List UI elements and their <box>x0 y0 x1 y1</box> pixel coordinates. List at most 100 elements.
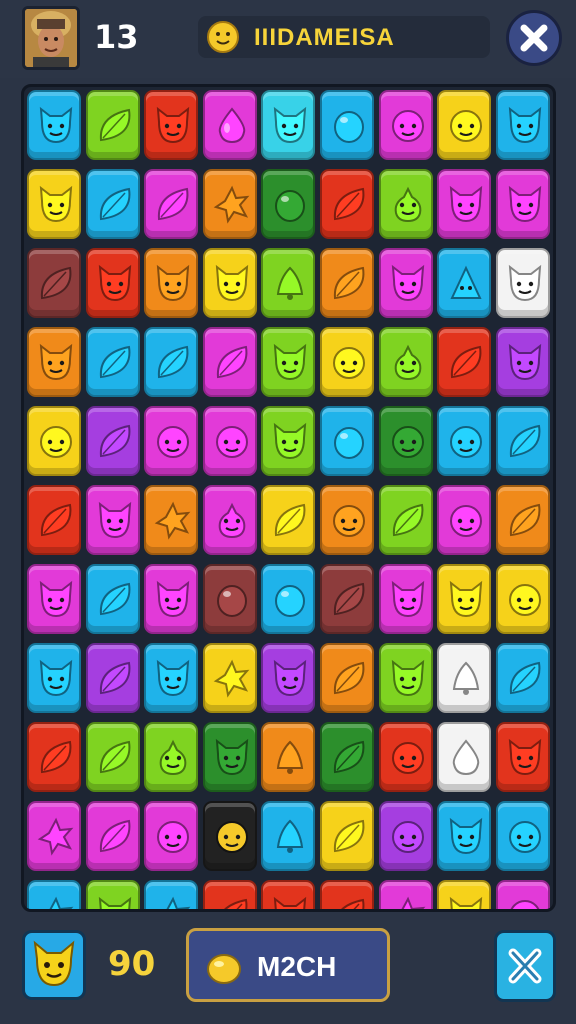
tile-leaf[interactable] <box>320 722 374 792</box>
tile-cat[interactable] <box>437 801 492 871</box>
tile-drop[interactable] <box>437 722 492 792</box>
tile-blob[interactable] <box>144 406 199 476</box>
tile-leaf[interactable] <box>437 327 492 397</box>
tile-star[interactable] <box>202 643 257 713</box>
tile-blob[interactable] <box>437 406 492 476</box>
cancel-button[interactable] <box>494 930 556 1002</box>
tile-cat[interactable] <box>202 722 257 792</box>
tile-blob[interactable] <box>320 485 374 555</box>
tile-leaf[interactable] <box>320 248 374 318</box>
tile-pear[interactable] <box>378 327 433 397</box>
tile-star[interactable] <box>202 169 257 239</box>
tile-cone[interactable] <box>437 248 492 318</box>
tile-blob[interactable] <box>378 801 433 871</box>
tile-cat[interactable] <box>261 327 316 397</box>
tile-leaf[interactable] <box>495 406 550 476</box>
tile-leaf[interactable] <box>85 643 140 713</box>
tile-pear[interactable] <box>378 169 433 239</box>
tile-leaf[interactable] <box>27 722 81 792</box>
tile-blob[interactable] <box>378 722 433 792</box>
tile-star[interactable] <box>378 880 433 909</box>
tile-blob[interactable] <box>27 406 81 476</box>
tile-star[interactable] <box>144 485 199 555</box>
tile-leaf[interactable] <box>85 327 140 397</box>
tile-leaf[interactable] <box>85 169 140 239</box>
tile-cat[interactable] <box>495 327 550 397</box>
tile-leaf[interactable] <box>261 485 316 555</box>
tile-cat[interactable] <box>144 564 199 634</box>
tile-blob[interactable] <box>437 90 492 160</box>
tile-leaf[interactable] <box>27 248 81 318</box>
powerup-button[interactable] <box>22 930 86 1000</box>
tile-leaf[interactable] <box>320 564 374 634</box>
tile-blob[interactable] <box>320 327 374 397</box>
tile-cat[interactable] <box>378 564 433 634</box>
tile-leaf[interactable] <box>320 801 374 871</box>
tile-cat[interactable] <box>27 169 81 239</box>
tile-pear[interactable] <box>202 485 257 555</box>
tile-leaf[interactable] <box>202 880 257 909</box>
tile-leaf[interactable] <box>85 801 140 871</box>
tile-blob[interactable] <box>495 564 550 634</box>
tile-bell[interactable] <box>261 722 316 792</box>
tile-leaf[interactable] <box>144 169 199 239</box>
tile-blob[interactable] <box>202 406 257 476</box>
tile-leaf[interactable] <box>85 90 140 160</box>
tile-cat[interactable] <box>144 248 199 318</box>
tile-cat[interactable] <box>27 643 81 713</box>
tile-leaf[interactable] <box>495 485 550 555</box>
tile-cat[interactable] <box>85 485 140 555</box>
tile-bell[interactable] <box>261 801 316 871</box>
tile-cat[interactable] <box>27 90 81 160</box>
tile-cat[interactable] <box>261 643 316 713</box>
player-avatar[interactable] <box>22 6 80 70</box>
tile-berry[interactable] <box>261 169 316 239</box>
tile-cat[interactable] <box>378 643 433 713</box>
tile-leaf[interactable] <box>320 880 374 909</box>
tile-cat[interactable] <box>144 90 199 160</box>
tile-leaf[interactable] <box>495 643 550 713</box>
tile-berry[interactable] <box>320 406 374 476</box>
tile-leaf[interactable] <box>320 169 374 239</box>
tile-star[interactable] <box>144 880 199 909</box>
tile-berry[interactable] <box>320 90 374 160</box>
tile-blob[interactable] <box>437 485 492 555</box>
tile-blob[interactable] <box>202 801 257 871</box>
tile-berry[interactable] <box>202 564 257 634</box>
tile-leaf[interactable] <box>85 564 140 634</box>
tile-star[interactable] <box>27 801 81 871</box>
tile-pear[interactable] <box>144 722 199 792</box>
tile-cat[interactable] <box>261 406 316 476</box>
tile-cat[interactable] <box>495 90 550 160</box>
tile-blob[interactable] <box>495 801 550 871</box>
tile-cat[interactable] <box>202 248 257 318</box>
tile-cat[interactable] <box>27 564 81 634</box>
tile-cat[interactable] <box>378 248 433 318</box>
tile-bell[interactable] <box>437 643 492 713</box>
tile-blob[interactable] <box>495 880 550 909</box>
match-button[interactable]: M2CH <box>186 928 390 1002</box>
tile-cat[interactable] <box>437 880 492 909</box>
tile-leaf[interactable] <box>27 485 81 555</box>
tile-leaf[interactable] <box>85 722 140 792</box>
tile-cat[interactable] <box>261 90 316 160</box>
tile-leaf[interactable] <box>144 327 199 397</box>
tile-leaf[interactable] <box>378 485 433 555</box>
tile-cat[interactable] <box>495 248 550 318</box>
tile-cat[interactable] <box>495 169 550 239</box>
tile-drop[interactable] <box>202 90 257 160</box>
tile-blob[interactable] <box>378 90 433 160</box>
tile-cat[interactable] <box>85 248 140 318</box>
tile-star[interactable] <box>27 880 81 909</box>
tile-cat[interactable] <box>144 643 199 713</box>
tile-cat[interactable] <box>27 327 81 397</box>
tile-cat[interactable] <box>437 564 492 634</box>
tile-cat[interactable] <box>261 880 316 909</box>
tile-berry[interactable] <box>261 564 316 634</box>
close-button[interactable] <box>506 10 562 66</box>
tile-cat[interactable] <box>495 722 550 792</box>
tile-cat[interactable] <box>437 169 492 239</box>
tile-blob[interactable] <box>378 406 433 476</box>
tile-cat[interactable] <box>85 880 140 909</box>
tile-bell[interactable] <box>261 248 316 318</box>
